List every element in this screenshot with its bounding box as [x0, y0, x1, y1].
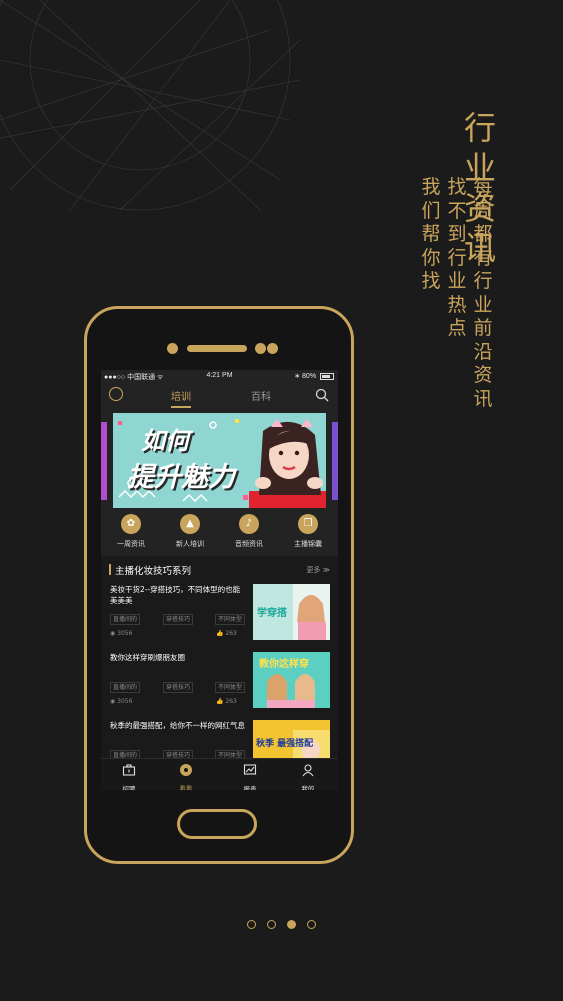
chart-icon [243, 764, 257, 775]
article-tag: 直播间的 [110, 682, 141, 693]
page-dot[interactable] [267, 920, 276, 929]
article-section: 主播化妆技巧系列 更多 ≫ 美妆干货2--穿搭技巧，不同体型的也能美美美 直播间… [101, 556, 338, 790]
bottom-nav-label: 报表 [243, 785, 257, 790]
quick-link-label: 主播锦囊 [294, 540, 322, 548]
view-count: ◉ 3056 [110, 698, 133, 705]
battery-text: ∗ 80% [294, 373, 317, 380]
quick-link-host-tips[interactable]: ❐ 主播锦囊 [283, 514, 333, 549]
section-accent-bar [109, 564, 111, 575]
grid-icon: ✿ [121, 514, 141, 534]
article-tag: 穿搭技巧 [163, 614, 194, 625]
section-title: 主播化妆技巧系列 [115, 566, 192, 577]
bottom-nav-jobs[interactable]: 招聘 [109, 762, 149, 790]
article-thumbnail: 教你这样穿 [253, 652, 330, 708]
quick-links: ✿ 一周资讯 ▲ 新人培训 ♪ 音频资讯 ❐ 主播锦囊 [101, 514, 338, 558]
status-bar: ●●●○○ 中国联通 ᯤ 4:21 PM ∗ 80% [101, 370, 338, 382]
list-item[interactable]: 美妆干货2--穿搭技巧，不同体型的也能美美美 直播间的 穿搭技巧 不同体型 ◉ … [101, 584, 338, 648]
bottom-nav-label: 看看 [179, 785, 193, 790]
banner-carousel[interactable]: 如何 提升魅力 [113, 413, 326, 508]
briefcase-icon [122, 764, 136, 776]
quick-link-label: 一周资讯 [117, 540, 145, 548]
bottom-nav-profile[interactable]: 我的 [288, 762, 328, 790]
tab-indicator [171, 406, 191, 408]
eye-icon [180, 764, 192, 776]
sensor-dot-2 [267, 343, 278, 354]
bottom-nav-label: 招聘 [122, 785, 136, 790]
like-count: 👍 263 [216, 698, 237, 705]
top-nav: 培训 百科 [101, 384, 338, 410]
speaker-slot [187, 345, 247, 352]
camera-dot [167, 343, 178, 354]
promo-sub-col-1: 每周都有行业前沿资讯 [473, 176, 493, 410]
page-dot-active[interactable] [287, 920, 296, 929]
quick-link-label: 音频资讯 [235, 540, 263, 548]
page-indicator [247, 920, 319, 932]
bottom-nav-watch[interactable]: 看看 [166, 762, 206, 790]
bottom-nav-reports[interactable]: 报表 [230, 762, 270, 790]
like-count: 👍 263 [216, 630, 237, 637]
article-title: 美妆干货2--穿搭技巧，不同体型的也能美美美 [110, 585, 241, 605]
quick-link-weekly-news[interactable]: ✿ 一周资讯 [106, 514, 156, 549]
page-dot[interactable] [307, 920, 316, 929]
battery-icon [320, 372, 334, 380]
search-icon[interactable] [315, 388, 329, 402]
promo-sub-col-2: 找不到行业热点 [447, 176, 467, 339]
bottom-nav-label: 我的 [301, 785, 315, 790]
quick-link-label: 新人培训 [176, 540, 204, 548]
list-item[interactable]: 教你这样穿刷爆朋友圈 直播间的 穿搭技巧 不同体型 ◉ 3056 👍 263 教… [101, 652, 338, 716]
quick-link-audio-news[interactable]: ♪ 音频资讯 [224, 514, 274, 549]
article-tag: 不同体型 [215, 682, 246, 693]
book-icon: ❐ [298, 514, 318, 534]
more-link[interactable]: 更多 ≫ [306, 565, 330, 575]
bottom-nav: 招聘 看看 报表 我的 [101, 758, 338, 790]
hat-icon: ▲ [180, 514, 200, 534]
article-tag: 不同体型 [215, 614, 246, 625]
article-thumbnail: 学穿搭 [253, 584, 330, 640]
article-tag: 直播间的 [110, 614, 141, 625]
logo-icon[interactable] [109, 387, 123, 401]
music-icon: ♪ [239, 514, 259, 534]
banner-title-line2: 提升魅力 [127, 462, 235, 493]
promo-sub-col-3: 我们帮你找 [421, 176, 441, 292]
app-screen: ●●●○○ 中国联通 ᯤ 4:21 PM ∗ 80% 培训 百科 如何 提升魅力… [101, 370, 338, 790]
promo-subtitle: 每周都有行业前沿资讯 找不到行业热点 我们帮你找 [420, 176, 494, 411]
view-count: ◉ 3056 [110, 630, 133, 637]
home-button[interactable] [177, 809, 257, 839]
tab-training[interactable]: 培训 [171, 388, 191, 403]
banner-prev-peek[interactable] [101, 422, 107, 500]
sensor-dot [255, 343, 266, 354]
banner-next-peek[interactable] [332, 422, 338, 500]
user-icon [302, 764, 314, 777]
article-title: 秋季的最强搭配，给你不一样的网红气息 [110, 721, 245, 730]
article-title: 教你这样穿刷爆朋友圈 [110, 653, 185, 662]
section-header: 主播化妆技巧系列 更多 ≫ [101, 560, 338, 578]
battery-status: ∗ 80% [294, 372, 334, 380]
quick-link-newbie-training[interactable]: ▲ 新人培训 [165, 514, 215, 549]
page-dot[interactable] [247, 920, 256, 929]
banner-title-line1: 如何 [141, 426, 189, 455]
article-tag: 穿搭技巧 [163, 682, 194, 693]
tab-encyclopedia[interactable]: 百科 [251, 388, 271, 403]
